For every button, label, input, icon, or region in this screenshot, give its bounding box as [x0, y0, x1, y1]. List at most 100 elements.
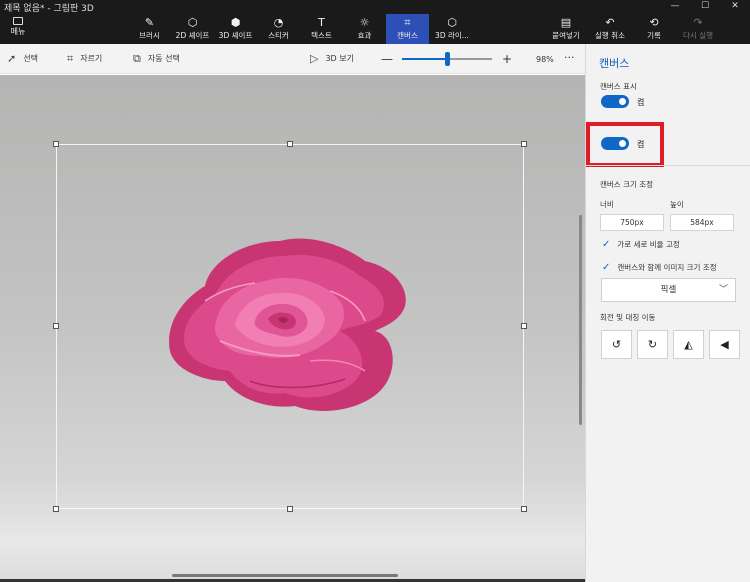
effects-icon: ☼ [359, 16, 370, 29]
flip-vertical-icon: ◀ [720, 338, 729, 351]
tool-text[interactable]: T 텍스트 [300, 14, 343, 44]
tool-brushes[interactable]: ✎ 브러시 [128, 14, 171, 44]
zoom-value: 98% [536, 55, 554, 64]
resize-handle-s[interactable] [287, 506, 293, 512]
horizontal-scrollbar[interactable] [172, 574, 398, 577]
resize-image-label: 캔버스와 함께 이미지 크기 조정 [617, 263, 717, 272]
history-icon: ⟲ [649, 16, 659, 29]
folder-icon [13, 17, 23, 25]
window-controls: — ☐ ✕ [660, 0, 750, 12]
undo-button[interactable]: ↶ 실행 취소 [588, 14, 632, 44]
rotate-right-button[interactable]: ↻ [637, 330, 668, 359]
title-bar: 제목 없음* - 그림판 3D — ☐ ✕ 메뉴 ✎ 브러시 ⬡ 2D 셰이프 … [0, 0, 750, 44]
zoom-fill [402, 58, 447, 60]
show-canvas-state: 켬 [637, 98, 645, 107]
tool-label: 3D 셰이프 [218, 31, 253, 40]
crop-button[interactable]: ⌗ 자르기 [67, 53, 102, 64]
resize-image-checkbox[interactable]: ✓ 캔버스와 함께 이미지 크기 조정 [602, 262, 717, 273]
transparent-canvas-state: 켬 [637, 140, 645, 149]
rotate-left-button[interactable]: ↺ [601, 330, 632, 359]
3d-view-button[interactable]: ▷ 3D 보기 [310, 53, 354, 64]
resize-handle-e[interactable] [521, 323, 527, 329]
rose-image[interactable] [160, 231, 415, 416]
paste-icon: ▤ [560, 16, 572, 29]
canvas-toolbar: ➚ 선택 ⌗ 자르기 ⧉ 자동 선택 ▷ 3D 보기 — + 98% ··· [0, 44, 585, 74]
ribbon-right-tools: ▤ 붙여넣기 ↶ 실행 취소 ⟲ 기록 ↷ 다시 실행 [544, 14, 720, 44]
redo-button[interactable]: ↷ 다시 실행 [676, 14, 720, 44]
chevron-down-icon: ﹀ [718, 285, 728, 295]
unit-dropdown[interactable]: 픽셀 ﹀ [601, 278, 736, 302]
undo-label: 실행 취소 [595, 31, 625, 40]
more-options-button[interactable]: ··· [564, 51, 575, 64]
transparent-canvas-toggle[interactable] [601, 137, 629, 150]
tool-label: 캔버스 [397, 31, 418, 40]
redo-icon: ↷ [693, 16, 703, 29]
paste-button[interactable]: ▤ 붙여넣기 [544, 14, 588, 44]
panel-divider [586, 165, 750, 166]
unit-value: 픽셀 [660, 285, 677, 295]
resize-handle-ne[interactable] [521, 141, 527, 147]
tool-canvas[interactable]: ⌗ 캔버스 [386, 14, 429, 44]
tool-label: 브러시 [139, 31, 160, 40]
canvas-panel: 캔버스 캔버스 표시 켬 켬 캔버스 크기 조정 너비 높이 750px 584… [585, 44, 750, 582]
redo-label: 다시 실행 [683, 31, 713, 40]
width-label: 너비 [600, 200, 614, 209]
magic-select-icon: ⧉ [133, 51, 141, 65]
tool-2d-shapes[interactable]: ⬡ 2D 셰이프 [171, 14, 214, 44]
zoom-control: — + [380, 52, 514, 66]
resize-handle-se[interactable] [521, 506, 527, 512]
magic-select-label: 자동 선택 [147, 54, 180, 63]
tool-3d-shapes[interactable]: ⬢ 3D 셰이프 [214, 14, 257, 44]
show-canvas-label: 캔버스 표시 [600, 82, 637, 91]
rotate-right-icon: ↻ [647, 338, 658, 351]
vertical-scrollbar[interactable] [579, 215, 582, 425]
zoom-in-button[interactable]: + [500, 53, 514, 65]
rotate-flip-buttons: ↺ ↻ ◭ ◀ [601, 330, 740, 359]
flip-vertical-button[interactable]: ◀ [709, 330, 740, 359]
undo-icon: ↶ [605, 16, 615, 29]
lock-aspect-checkbox[interactable]: ✓ 가로 세로 비율 고정 [602, 239, 680, 250]
width-input[interactable]: 750px [600, 214, 664, 231]
brush-icon: ✎ [144, 16, 155, 29]
sticker-icon: ◔ [273, 16, 284, 29]
rotate-left-icon: ↺ [611, 338, 622, 351]
zoom-slider[interactable] [402, 52, 492, 66]
menu-button[interactable]: 메뉴 [4, 17, 32, 37]
tool-label: 3D 라이... [435, 31, 469, 40]
tool-label: 효과 [357, 31, 372, 40]
2d-shapes-icon: ⬡ [187, 16, 198, 29]
select-button[interactable]: ➚ 선택 [7, 53, 38, 64]
paste-label: 붙여넣기 [552, 31, 580, 40]
close-button[interactable]: ✕ [720, 0, 750, 12]
crop-label: 자르기 [80, 54, 103, 63]
tool-3d-library[interactable]: ⬡ 3D 라이... [429, 14, 475, 44]
3d-shapes-icon: ⬢ [230, 16, 241, 29]
history-button[interactable]: ⟲ 기록 [632, 14, 676, 44]
window-title: 제목 없음* - 그림판 3D [4, 4, 94, 14]
3d-view-icon: ▷ [310, 51, 319, 65]
height-input[interactable]: 584px [670, 214, 734, 231]
checkmark-icon: ✓ [602, 238, 611, 250]
magic-select-button[interactable]: ⧉ 자동 선택 [133, 53, 180, 64]
ribbon-tools: ✎ 브러시 ⬡ 2D 셰이프 ⬢ 3D 셰이프 ◔ 스티커 T 텍스트 ☼ 효과… [128, 14, 475, 44]
resize-handle-nw[interactable] [53, 141, 59, 147]
zoom-out-button[interactable]: — [380, 53, 394, 65]
canvas-workspace[interactable] [0, 75, 585, 582]
3d-view-label: 3D 보기 [325, 54, 354, 63]
checkmark-icon: ✓ [602, 261, 611, 273]
resize-handle-w[interactable] [53, 323, 59, 329]
show-canvas-toggle[interactable] [601, 95, 629, 108]
tool-label: 스티커 [268, 31, 289, 40]
minimize-button[interactable]: — [660, 0, 690, 12]
flip-horizontal-icon: ◭ [684, 338, 693, 351]
cursor-icon: ➚ [7, 51, 17, 65]
maximize-button[interactable]: ☐ [690, 0, 720, 12]
height-label: 높이 [670, 200, 684, 209]
resize-handle-n[interactable] [287, 141, 293, 147]
zoom-thumb[interactable] [445, 52, 450, 66]
flip-horizontal-button[interactable]: ◭ [673, 330, 704, 359]
tool-effects[interactable]: ☼ 효과 [343, 14, 386, 44]
resize-handle-sw[interactable] [53, 506, 59, 512]
panel-title: 캔버스 [599, 57, 630, 70]
tool-stickers[interactable]: ◔ 스티커 [257, 14, 300, 44]
